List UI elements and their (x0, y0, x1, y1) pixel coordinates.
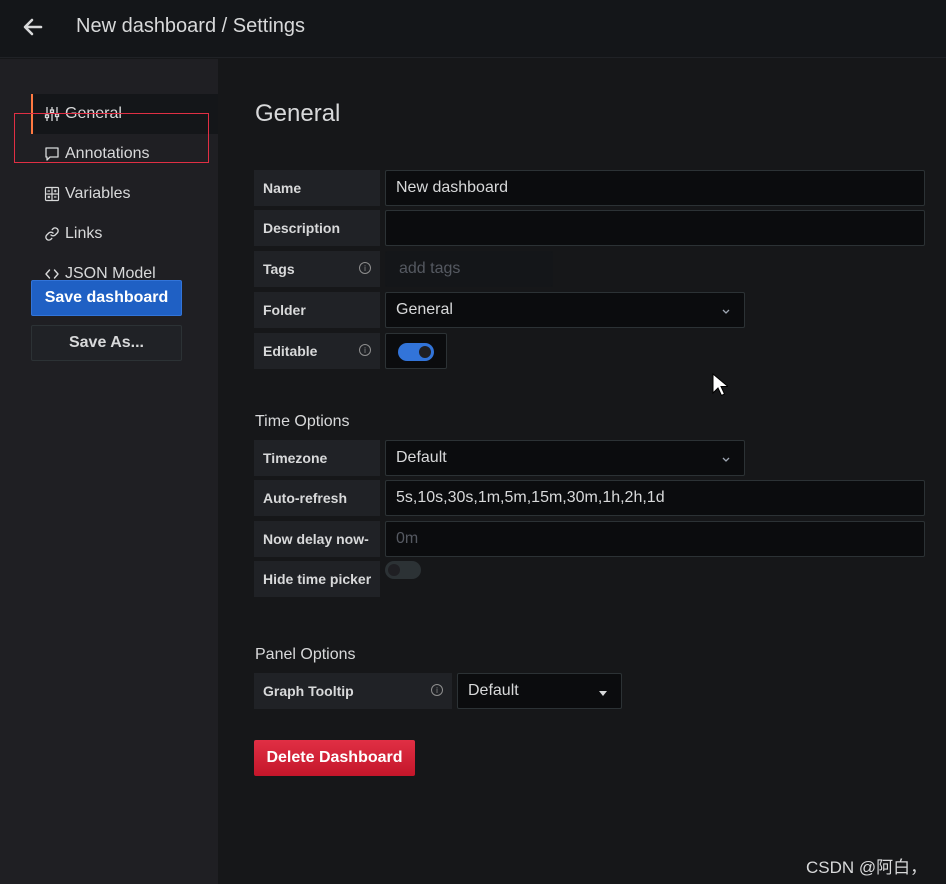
now-delay-label: Now delay now- (254, 521, 380, 557)
editable-toggle[interactable] (398, 343, 434, 361)
info-icon[interactable]: i (359, 262, 371, 274)
calculator-icon (43, 185, 61, 203)
panel-options-heading: Panel Options (255, 646, 356, 663)
time-options-heading: Time Options (255, 413, 350, 430)
sidebar-item-variables[interactable]: Variables (31, 174, 218, 214)
back-arrow-icon[interactable] (18, 12, 48, 42)
sidebar-item-label: Links (65, 225, 103, 242)
save-dashboard-button[interactable]: Save dashboard (31, 280, 182, 316)
tags-label: Tags i (254, 251, 380, 287)
folder-select[interactable]: General (385, 292, 745, 328)
folder-select-value: General (396, 301, 453, 318)
tags-label-text: Tags (263, 261, 295, 277)
name-label: Name (254, 170, 380, 206)
folder-label: Folder (254, 292, 380, 328)
info-icon[interactable]: i (431, 684, 443, 696)
save-as-button[interactable]: Save As... (31, 325, 182, 361)
chevron-down-icon (720, 304, 732, 322)
auto-refresh-label-text: Auto-refresh (263, 490, 348, 506)
graph-tooltip-label-text: Graph Tooltip (263, 683, 354, 699)
editable-label-text: Editable (263, 343, 318, 359)
hide-time-picker-label: Hide time picker (254, 561, 380, 597)
auto-refresh-label: Auto-refresh (254, 480, 380, 516)
page-title: New dashboard / Settings (76, 15, 306, 37)
name-input[interactable]: New dashboard (385, 170, 925, 206)
chevron-down-icon (720, 452, 732, 470)
timezone-label: Timezone (254, 440, 380, 476)
sidebar-item-label: Variables (65, 185, 131, 202)
mouse-cursor-icon (712, 372, 730, 402)
section-heading-general: General (255, 100, 341, 127)
timezone-label-text: Timezone (263, 450, 328, 466)
folder-label-text: Folder (263, 302, 306, 318)
hide-time-picker-label-text: Hide time picker (263, 571, 372, 587)
graph-tooltip-select[interactable]: Default (457, 673, 622, 709)
description-label: Description (254, 210, 380, 246)
info-icon[interactable]: i (359, 344, 371, 356)
watermark-text: CSDN @阿白， (806, 858, 928, 877)
name-label-text: Name (263, 180, 302, 196)
hide-time-picker-toggle[interactable] (385, 561, 421, 579)
variables-highlight-box (14, 113, 209, 163)
sidebar-item-links[interactable]: Links (31, 214, 218, 254)
top-bar: New dashboard / Settings (0, 0, 946, 58)
now-delay-label-text: Now delay now- (263, 531, 369, 547)
timezone-select-value: Default (396, 449, 447, 466)
timezone-select[interactable]: Default (385, 440, 745, 476)
link-icon (43, 225, 61, 243)
description-input[interactable] (385, 210, 925, 246)
graph-tooltip-label: Graph Tooltip i (254, 673, 452, 709)
auto-refresh-input[interactable]: 5s,10s,30s,1m,5m,15m,30m,1h,2h,1d (385, 480, 925, 516)
tags-input[interactable]: add tags (385, 251, 553, 287)
editable-toggle-container (385, 333, 447, 369)
delete-dashboard-button[interactable]: Delete Dashboard (254, 740, 415, 776)
description-label-text: Description (263, 220, 341, 236)
caret-down-icon (597, 686, 609, 704)
editable-label: Editable i (254, 333, 380, 369)
now-delay-input[interactable]: 0m (385, 521, 925, 557)
graph-tooltip-select-value: Default (468, 682, 519, 699)
